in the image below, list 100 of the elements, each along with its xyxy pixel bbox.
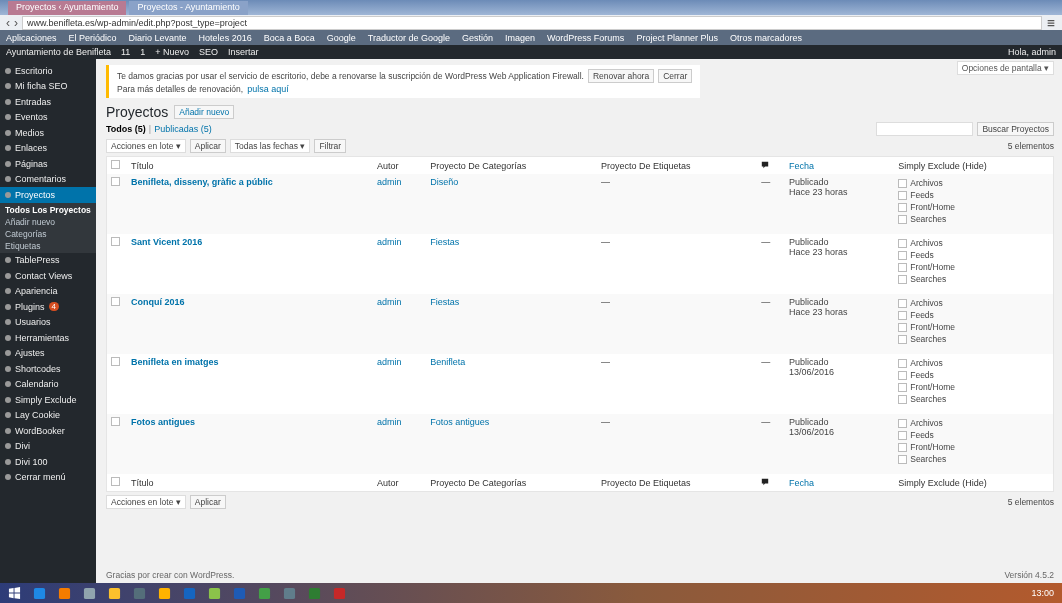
exclude-checkbox[interactable] bbox=[898, 298, 908, 308]
row-checkbox[interactable] bbox=[111, 177, 120, 186]
filter-button[interactable]: Filtrar bbox=[314, 139, 347, 153]
new-link[interactable]: + Nuevo bbox=[155, 47, 190, 57]
forward-button[interactable]: › bbox=[14, 16, 18, 29]
row-checkbox[interactable] bbox=[111, 237, 120, 246]
exclude-checkbox[interactable] bbox=[898, 202, 908, 212]
exclude-checkbox[interactable] bbox=[898, 190, 908, 200]
bookmark-link[interactable]: Hoteles 2016 bbox=[198, 32, 252, 43]
filter-view-link[interactable]: Todos (5) bbox=[106, 124, 146, 134]
menu-icon[interactable] bbox=[1046, 17, 1056, 28]
bookmark-link[interactable]: Gestión bbox=[461, 32, 493, 43]
app-icon[interactable] bbox=[258, 586, 271, 600]
select-all-checkbox[interactable] bbox=[111, 477, 120, 486]
menu-item[interactable]: Entradas bbox=[0, 94, 96, 110]
exclude-checkbox[interactable] bbox=[898, 334, 908, 344]
menu-item[interactable]: Medios bbox=[0, 125, 96, 141]
submenu-item[interactable]: Añadir nuevo bbox=[0, 215, 96, 228]
exclude-checkbox[interactable] bbox=[898, 322, 908, 332]
menu-item[interactable]: Páginas bbox=[0, 156, 96, 172]
bulk-actions-dropdown[interactable]: Acciones en lote ▾ bbox=[106, 495, 186, 509]
project-title-link[interactable]: Conquí 2016 bbox=[131, 297, 185, 307]
exclude-checkbox[interactable] bbox=[898, 214, 908, 224]
bookmark-link[interactable]: El Periódico bbox=[68, 32, 117, 43]
date-filter-dropdown[interactable]: Todas las fechas ▾ bbox=[229, 139, 311, 153]
seo-link[interactable]: SEO bbox=[199, 47, 219, 57]
menu-item[interactable]: Plugins 4 bbox=[0, 299, 96, 315]
menu-item[interactable]: TablePress bbox=[0, 252, 96, 268]
insert-link[interactable]: Insertar bbox=[228, 47, 259, 57]
menu-item[interactable]: Simply Exclude bbox=[0, 392, 96, 408]
exclude-checkbox[interactable] bbox=[898, 370, 908, 380]
bookmark-link[interactable]: WordPress Forums bbox=[547, 32, 625, 43]
row-checkbox[interactable] bbox=[111, 297, 120, 306]
menu-item[interactable]: WordBooker bbox=[0, 423, 96, 439]
bookmark-link[interactable]: Diario Levante bbox=[128, 32, 187, 43]
bookmark-link[interactable]: Boca a Boca bbox=[263, 32, 315, 43]
exclude-checkbox[interactable] bbox=[898, 430, 908, 440]
column-header[interactable]: Fecha bbox=[789, 477, 815, 488]
add-new-button[interactable]: Añadir nuevo bbox=[174, 105, 235, 119]
project-title-link[interactable]: Sant Vicent 2016 bbox=[131, 237, 203, 247]
bookmark-link[interactable]: Traductor de Google bbox=[367, 32, 450, 43]
author-link[interactable]: admin bbox=[376, 177, 402, 187]
menu-item[interactable]: Usuarios bbox=[0, 314, 96, 330]
address-bar[interactable]: www.benifleta.es/wp-admin/edit.php?post_type=project bbox=[22, 15, 1042, 30]
menu-item[interactable]: Divi 100 bbox=[0, 454, 96, 470]
exclude-checkbox[interactable] bbox=[898, 358, 908, 368]
bookmark-link[interactable]: Otros marcadores bbox=[729, 32, 802, 43]
menu-item[interactable]: Enlaces bbox=[0, 140, 96, 156]
menu-item[interactable]: Calendario bbox=[0, 376, 96, 392]
bookmark-link[interactable]: Imagen bbox=[505, 32, 535, 43]
menu-item[interactable]: Shortcodes bbox=[0, 361, 96, 377]
search-button[interactable]: Buscar Proyectos bbox=[977, 122, 1054, 136]
back-button[interactable]: ‹ bbox=[6, 16, 10, 29]
row-checkbox[interactable] bbox=[111, 417, 120, 426]
submenu-item[interactable]: Etiquetas bbox=[0, 239, 96, 252]
app-icon[interactable] bbox=[33, 586, 46, 600]
menu-item[interactable]: Contact Views bbox=[0, 268, 96, 284]
exclude-checkbox[interactable] bbox=[898, 274, 908, 284]
select-all-checkbox[interactable] bbox=[111, 160, 120, 169]
exclude-checkbox[interactable] bbox=[898, 442, 908, 452]
search-field[interactable] bbox=[876, 122, 974, 136]
menu-item[interactable]: Apariencia bbox=[0, 283, 96, 299]
menu-item[interactable]: Proyectos bbox=[0, 187, 96, 203]
project-title-link[interactable]: Benifleta, disseny, gràfic a públic bbox=[131, 177, 273, 187]
exclude-checkbox[interactable] bbox=[898, 394, 908, 404]
submenu-item[interactable]: Todos Los Proyectos bbox=[0, 203, 96, 216]
site-name-link[interactable]: Ayuntamiento de Benifleta bbox=[6, 47, 111, 57]
menu-item[interactable]: Herramientas bbox=[0, 330, 96, 346]
menu-item[interactable]: Lay Cookie bbox=[0, 407, 96, 423]
screen-options-button[interactable]: Opciones de pantalla ▾ bbox=[956, 61, 1054, 75]
app-icon[interactable] bbox=[158, 586, 171, 600]
renew-button[interactable]: Renovar ahora bbox=[587, 69, 655, 83]
app-icon[interactable] bbox=[108, 586, 121, 600]
project-title-link[interactable]: Fotos antigues bbox=[131, 417, 195, 427]
author-link[interactable]: admin bbox=[376, 297, 402, 307]
category-link[interactable]: Diseño bbox=[430, 177, 459, 187]
menu-item[interactable]: Eventos bbox=[0, 109, 96, 125]
menu-item[interactable]: Comentarios bbox=[0, 171, 96, 187]
column-header[interactable]: Fecha bbox=[789, 160, 815, 171]
details-link[interactable]: pulsa aquí bbox=[247, 84, 289, 94]
app-icon[interactable] bbox=[83, 586, 96, 600]
bookmark-link[interactable]: Google bbox=[326, 32, 356, 43]
category-link[interactable]: Benifleta bbox=[430, 357, 466, 367]
exclude-checkbox[interactable] bbox=[898, 250, 908, 260]
exclude-checkbox[interactable] bbox=[898, 262, 908, 272]
bookmark-link[interactable]: Project Planner Plus bbox=[636, 32, 718, 43]
category-link[interactable]: Fotos antigues bbox=[430, 417, 490, 427]
app-icon[interactable] bbox=[58, 586, 71, 600]
exclude-checkbox[interactable] bbox=[898, 238, 908, 248]
exclude-checkbox[interactable] bbox=[898, 178, 908, 188]
category-link[interactable]: Fiestas bbox=[430, 237, 460, 247]
exclude-checkbox[interactable] bbox=[898, 382, 908, 392]
category-link[interactable]: Fiestas bbox=[430, 297, 460, 307]
exclude-checkbox[interactable] bbox=[898, 418, 908, 428]
bulk-actions-dropdown[interactable]: Acciones en lote ▾ bbox=[106, 139, 186, 153]
author-link[interactable]: admin bbox=[376, 357, 402, 367]
bookmark-link[interactable]: Aplicaciones bbox=[6, 32, 57, 43]
start-icon[interactable] bbox=[8, 586, 21, 600]
dismiss-button[interactable]: Cerrar bbox=[658, 69, 693, 83]
exclude-checkbox[interactable] bbox=[898, 454, 908, 464]
